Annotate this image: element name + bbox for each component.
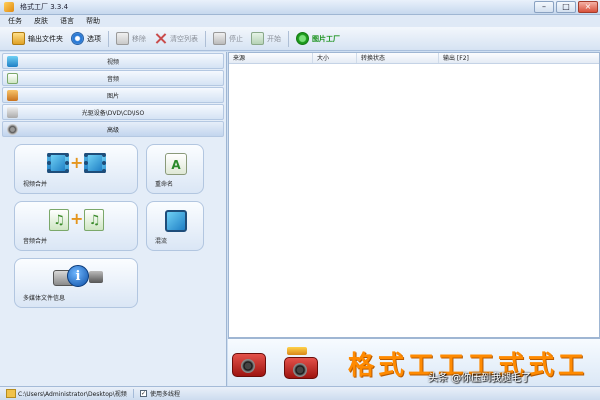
- start-label: 开始: [267, 34, 281, 43]
- category-advanced[interactable]: 高级: [2, 121, 224, 137]
- toolbar-separator: [205, 30, 206, 47]
- column-status[interactable]: 转换状态: [357, 53, 439, 63]
- category-disc[interactable]: 光驱设备\DVD\CD\ISO: [2, 104, 224, 120]
- camcorder-icon: [232, 353, 266, 377]
- gear-icon: [7, 124, 18, 135]
- column-size[interactable]: 大小: [313, 53, 357, 63]
- tile-label: 混流: [155, 238, 168, 245]
- video-merge-tile[interactable]: + 视频合并: [14, 144, 138, 194]
- output-folder-button[interactable]: 输出文件夹: [8, 30, 67, 48]
- image-icon: [7, 90, 18, 101]
- remove-button[interactable]: 移除: [112, 30, 150, 48]
- tile-label: 音频合并: [23, 238, 48, 245]
- checkbox-icon[interactable]: ✓: [140, 390, 147, 397]
- disc-drive-icon: [7, 107, 18, 118]
- category-audio[interactable]: 音频: [2, 70, 224, 86]
- camera-icon: [284, 347, 318, 381]
- task-list[interactable]: 来源 大小 转换状态 输出 [F2]: [228, 52, 600, 338]
- category-video[interactable]: 视频: [2, 53, 224, 69]
- shop-label: 图片工厂: [312, 34, 340, 43]
- tile-label: 视频合并: [23, 181, 48, 188]
- mix-tile[interactable]: 混流: [146, 201, 204, 251]
- remove-icon: [116, 32, 129, 45]
- column-output[interactable]: 输出 [F2]: [439, 53, 599, 63]
- category-panel: 视频 音频 图片 光驱设备\DVD\CD\ISO 高级 + 视频合并 A 重命名: [0, 52, 227, 386]
- clear-list-button[interactable]: 清空列表: [150, 30, 202, 48]
- shop-icon: [296, 32, 309, 45]
- watermark-text: 头条 @你压到我腿毛了: [428, 373, 532, 384]
- stop-button[interactable]: 停止: [209, 30, 247, 48]
- media-info-icon: i: [53, 265, 105, 289]
- menu-help[interactable]: 帮助: [86, 16, 100, 26]
- media-info-tile[interactable]: i 多媒体文件信息: [14, 258, 138, 308]
- options-icon: [71, 32, 84, 45]
- toolbar-separator: [288, 30, 289, 47]
- video-merge-icon: +: [47, 153, 107, 175]
- mix-icon: [165, 210, 187, 232]
- stop-label: 停止: [229, 34, 243, 43]
- promo-banner: 格式工工工式式工 头条 @你压到我腿毛了: [228, 338, 600, 386]
- menu-bar: 任务 皮肤 语言 帮助: [0, 15, 600, 27]
- video-icon: [7, 56, 18, 67]
- folder-icon: [12, 32, 25, 45]
- maximize-button[interactable]: □: [556, 1, 576, 13]
- output-path[interactable]: C:\Users\Administrator\Desktop\视频: [6, 389, 134, 398]
- title-bar: 格式工厂 3.3.4 – □ ×: [0, 0, 600, 15]
- menu-language[interactable]: 语言: [60, 16, 74, 26]
- app-icon: [4, 2, 14, 12]
- category-label: 视频: [106, 58, 119, 66]
- toolbar: 输出文件夹 选项 移除 清空列表 停止 开始 图片工厂: [0, 27, 600, 51]
- rename-tile[interactable]: A 重命名: [146, 144, 204, 194]
- category-label: 音频: [106, 75, 119, 83]
- shop-button[interactable]: 图片工厂: [292, 30, 344, 48]
- clear-icon: [154, 32, 167, 45]
- menu-skin[interactable]: 皮肤: [34, 16, 48, 26]
- audio-merge-tile[interactable]: ♫ + ♫ 音频合并: [14, 201, 138, 251]
- audio-merge-icon: ♫ + ♫: [49, 209, 105, 231]
- output-folder-label: 输出文件夹: [28, 34, 63, 43]
- audio-icon: [7, 73, 18, 84]
- start-icon: [251, 32, 264, 45]
- window-controls: – □ ×: [534, 1, 598, 13]
- category-label: 光驱设备\DVD\CD\ISO: [81, 109, 145, 117]
- multithread-label: 使用多线程: [150, 391, 181, 398]
- category-label: 图片: [106, 92, 119, 100]
- remove-label: 移除: [132, 34, 146, 43]
- start-button[interactable]: 开始: [247, 30, 285, 48]
- multithread-toggle[interactable]: ✓ 使用多线程: [140, 389, 180, 398]
- options-label: 选项: [87, 34, 101, 43]
- task-list-header: 来源 大小 转换状态 输出 [F2]: [229, 53, 599, 64]
- clear-list-label: 清空列表: [170, 34, 198, 43]
- column-source[interactable]: 来源: [229, 53, 313, 63]
- category-image[interactable]: 图片: [2, 87, 224, 103]
- menu-task[interactable]: 任务: [8, 16, 22, 26]
- tile-label: 重命名: [155, 181, 174, 188]
- tile-label: 多媒体文件信息: [23, 295, 66, 302]
- minimize-button[interactable]: –: [534, 1, 554, 13]
- toolbar-separator: [108, 30, 109, 47]
- options-button[interactable]: 选项: [67, 30, 105, 48]
- category-label: 高级: [106, 126, 119, 134]
- stop-icon: [213, 32, 226, 45]
- rename-icon: A: [165, 153, 187, 175]
- status-bar: C:\Users\Administrator\Desktop\视频 ✓ 使用多线…: [0, 386, 600, 400]
- window-title: 格式工厂 3.3.4: [20, 3, 69, 11]
- close-button[interactable]: ×: [578, 1, 598, 13]
